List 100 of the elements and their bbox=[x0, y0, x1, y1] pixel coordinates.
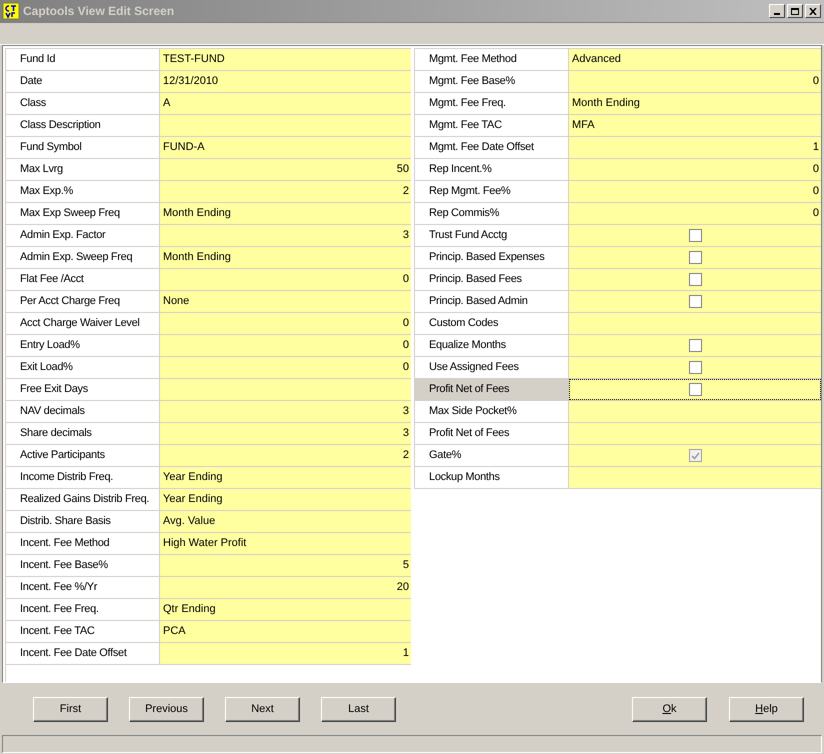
field-input[interactable]: 50 bbox=[160, 159, 411, 180]
field-input[interactable]: 1 bbox=[160, 643, 411, 664]
field-input[interactable] bbox=[569, 357, 821, 378]
field-input[interactable]: 2 bbox=[160, 445, 411, 466]
field-input[interactable]: 0 bbox=[569, 181, 821, 202]
field-input[interactable]: Advanced bbox=[569, 49, 821, 70]
field-value: 0 bbox=[812, 74, 820, 90]
field-input[interactable] bbox=[569, 225, 821, 246]
field-value: 20 bbox=[396, 580, 410, 596]
maximize-button[interactable] bbox=[787, 4, 803, 18]
field-input[interactable] bbox=[569, 401, 821, 422]
field-value: 0 bbox=[402, 272, 410, 288]
field-value: High Water Profit bbox=[162, 536, 246, 552]
field-input[interactable]: 20 bbox=[160, 577, 411, 598]
window-title: Captools View Edit Screen bbox=[23, 3, 174, 20]
field-value: 0 bbox=[402, 316, 410, 332]
checkbox[interactable] bbox=[688, 383, 702, 396]
field-input[interactable]: 3 bbox=[160, 225, 411, 246]
field-value: 3 bbox=[402, 404, 410, 420]
field-input[interactable]: Qtr Ending bbox=[160, 599, 411, 620]
field-value: 0 bbox=[812, 184, 820, 200]
field-input[interactable] bbox=[569, 269, 821, 290]
field-input[interactable] bbox=[160, 115, 411, 136]
checkbox[interactable] bbox=[688, 229, 702, 242]
field-input[interactable]: 2 bbox=[160, 181, 411, 202]
field-input[interactable] bbox=[569, 423, 821, 444]
field-input[interactable]: Month Ending bbox=[160, 203, 411, 224]
field-value: Advanced bbox=[571, 52, 621, 68]
field-value: 0 bbox=[402, 338, 410, 354]
field-input[interactable]: 3 bbox=[160, 423, 411, 444]
field-input[interactable]: 1 bbox=[569, 137, 821, 158]
field-input[interactable]: High Water Profit bbox=[160, 533, 411, 554]
field-value: Avg. Value bbox=[162, 514, 216, 530]
command-button[interactable]: Previous bbox=[129, 696, 204, 722]
field-value: Month Ending bbox=[162, 250, 231, 266]
field-value: 0 bbox=[812, 206, 820, 222]
field-input[interactable]: 0 bbox=[160, 335, 411, 356]
maximize-icon bbox=[791, 8, 799, 14]
field-value: Qtr Ending bbox=[162, 602, 216, 618]
close-button[interactable] bbox=[805, 4, 821, 18]
field-input[interactable] bbox=[569, 379, 821, 400]
field-value: MFA bbox=[571, 118, 595, 134]
command-button[interactable]: Ok bbox=[632, 696, 707, 722]
field-input[interactable]: MFA bbox=[569, 115, 821, 136]
field-input[interactable]: 0 bbox=[569, 203, 821, 224]
checkbox[interactable] bbox=[688, 251, 702, 264]
field-input[interactable]: None bbox=[160, 291, 411, 312]
field-input[interactable]: 0 bbox=[569, 71, 821, 92]
field-value: Month Ending bbox=[162, 206, 231, 222]
checkbox[interactable] bbox=[688, 273, 702, 286]
field-input[interactable]: 5 bbox=[160, 555, 411, 576]
field-value: 3 bbox=[402, 228, 410, 244]
field-input[interactable] bbox=[569, 445, 821, 466]
field-input[interactable]: 0 bbox=[160, 357, 411, 378]
field-input[interactable]: Year Ending bbox=[160, 467, 411, 488]
field-input[interactable] bbox=[569, 291, 821, 312]
checkbox[interactable] bbox=[688, 339, 702, 352]
field-value: 3 bbox=[402, 426, 410, 442]
field-value: Year Ending bbox=[162, 470, 223, 486]
field-value: 1 bbox=[402, 646, 410, 662]
minimize-button[interactable] bbox=[769, 4, 785, 18]
field-input[interactable]: 0 bbox=[569, 159, 821, 180]
field-value: 12/31/2010 bbox=[162, 74, 218, 90]
command-button[interactable]: Help bbox=[729, 696, 804, 722]
app-logo-icon bbox=[3, 3, 19, 19]
command-button[interactable]: First bbox=[33, 696, 108, 722]
field-value: 2 bbox=[402, 448, 410, 464]
field-value: 5 bbox=[402, 558, 410, 574]
field-value: 0 bbox=[402, 360, 410, 376]
field-input[interactable]: Month Ending bbox=[569, 93, 821, 114]
field-input[interactable]: 0 bbox=[160, 313, 411, 334]
field-input[interactable]: Month Ending bbox=[160, 247, 411, 268]
checkbox[interactable] bbox=[688, 295, 702, 308]
command-button[interactable]: Next bbox=[225, 696, 300, 722]
field-input[interactable]: TEST-FUND bbox=[160, 49, 411, 70]
field-input[interactable]: 3 bbox=[160, 401, 411, 422]
command-button[interactable]: Last bbox=[321, 696, 396, 722]
close-icon bbox=[809, 8, 817, 14]
field-input[interactable]: 12/31/2010 bbox=[160, 71, 411, 92]
field-value: 0 bbox=[812, 162, 820, 178]
field-value: TEST-FUND bbox=[162, 52, 225, 68]
field-input[interactable]: FUND-A bbox=[160, 137, 411, 158]
checkbox[interactable] bbox=[688, 361, 702, 374]
field-input[interactable] bbox=[569, 467, 821, 488]
field-value: 2 bbox=[402, 184, 410, 200]
field-input[interactable] bbox=[569, 335, 821, 356]
field-value: FUND-A bbox=[162, 140, 205, 156]
field-value: Year Ending bbox=[162, 492, 223, 508]
field-input[interactable] bbox=[569, 313, 821, 334]
field-input[interactable] bbox=[569, 247, 821, 268]
field-label: Profit Net of Fees bbox=[415, 379, 569, 400]
field-value: 50 bbox=[396, 162, 410, 178]
field-input[interactable]: Avg. Value bbox=[160, 511, 411, 532]
field-input[interactable]: Year Ending bbox=[160, 489, 411, 510]
field-value: None bbox=[162, 294, 190, 310]
field-input[interactable]: 0 bbox=[160, 269, 411, 290]
field-value: PCA bbox=[162, 624, 186, 640]
field-input[interactable]: A bbox=[160, 93, 411, 114]
field-input[interactable] bbox=[160, 379, 411, 400]
field-input[interactable]: PCA bbox=[160, 621, 411, 642]
